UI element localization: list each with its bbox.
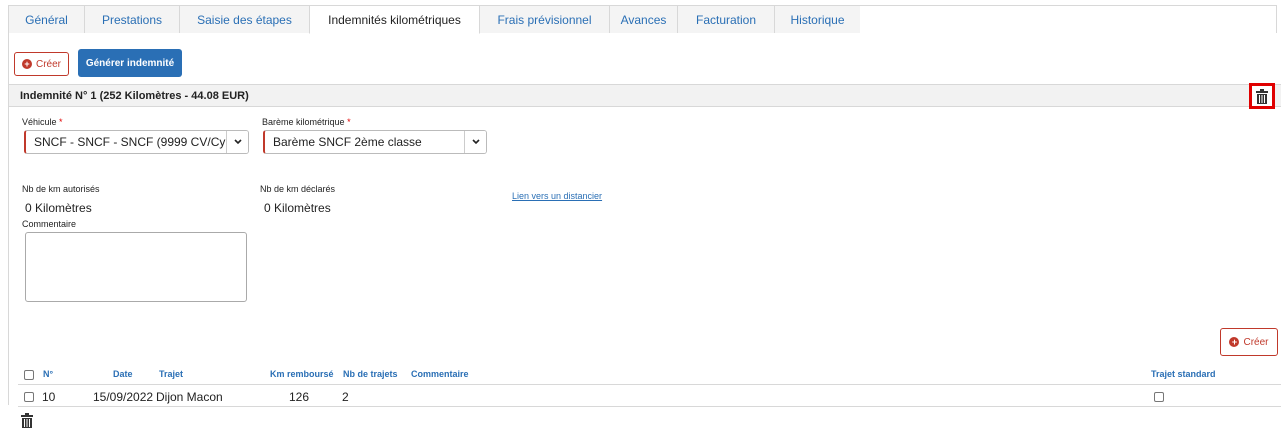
delete-indemnite-button[interactable] [1249, 83, 1275, 109]
trash-icon [1256, 88, 1268, 104]
tab-facturation[interactable]: Facturation [677, 5, 775, 33]
bareme-select-value: Barème SNCF 2ème classe [273, 135, 422, 149]
col-header-trajet-standard[interactable]: Trajet standard [1151, 369, 1216, 379]
trajet-standard-checkbox[interactable] [1154, 392, 1164, 402]
trash-icon [21, 413, 33, 428]
commentaire-textarea[interactable] [25, 232, 247, 302]
row-select-checkbox[interactable] [24, 392, 34, 402]
tab-indemnites-kilometriques[interactable]: Indemnités kilométriques [309, 5, 480, 34]
create-indemnite-button[interactable]: + Créer [14, 52, 69, 76]
vehicule-label: Véhicule * [22, 117, 63, 127]
col-header-km[interactable]: Km remboursé [270, 369, 334, 379]
cell-trajet: Dijon Macon [156, 390, 223, 404]
cell-date: 15/09/2022 [93, 390, 154, 404]
generate-indemnite-button[interactable]: Générer indemnité [78, 49, 182, 77]
vehicule-select[interactable]: SNCF - SNCF - SNCF (9999 CV/Cylind [24, 130, 249, 154]
delete-selected-trajets-button[interactable] [21, 413, 35, 429]
tab-prestations[interactable]: Prestations [84, 5, 180, 33]
col-header-nb-trajets[interactable]: Nb de trajets [343, 369, 398, 379]
km-declares-value: 0 Kilomètres [264, 201, 331, 215]
chevron-down-icon [464, 131, 486, 153]
col-header-trajet[interactable]: Trajet [159, 369, 183, 379]
bareme-select[interactable]: Barème SNCF 2ème classe [263, 130, 487, 154]
km-declares-label: Nb de km déclarés [260, 184, 336, 194]
tab-bar-filler [860, 5, 1277, 33]
tab-avances[interactable]: Avances [609, 5, 678, 33]
col-header-num[interactable]: N° [43, 369, 53, 379]
col-header-date[interactable]: Date [113, 369, 133, 379]
tab-saisie-etapes[interactable]: Saisie des étapes [179, 5, 310, 33]
chevron-down-icon [226, 131, 248, 153]
create-trajet-label: Créer [1243, 336, 1269, 348]
plus-circle-icon: + [1229, 337, 1240, 347]
create-trajet-button[interactable]: + Créer [1220, 328, 1278, 356]
tab-general[interactable]: Général [8, 5, 85, 33]
distancier-link[interactable]: Lien vers un distancier [512, 191, 602, 201]
tab-historique[interactable]: Historique [774, 5, 861, 33]
plus-circle-icon: + [21, 59, 32, 69]
cell-num: 10 [42, 390, 56, 404]
km-autorises-value: 0 Kilomètres [25, 201, 92, 215]
vehicule-select-value: SNCF - SNCF - SNCF (9999 CV/Cylind [34, 135, 245, 149]
tab-bar: Général Prestations Saisie des étapes In… [8, 5, 1277, 34]
km-autorises-label: Nb de km autorisés [22, 184, 100, 194]
cell-km: 126 [289, 390, 310, 404]
bareme-label: Barème kilométrique * [262, 117, 351, 127]
cell-nb-trajets: 2 [342, 390, 349, 404]
create-button-label: Créer [35, 58, 61, 70]
col-header-commentaire[interactable]: Commentaire [411, 369, 469, 379]
indemnite-header: Indemnité N° 1 (252 Kilomètres - 44.08 E… [9, 83, 1281, 109]
select-all-checkbox[interactable] [24, 370, 34, 380]
commentaire-label: Commentaire [22, 219, 77, 229]
tab-frais-previsionnel[interactable]: Frais prévisionnel [479, 5, 610, 33]
indemnite-title: Indemnité N° 1 (252 Kilomètres - 44.08 E… [20, 90, 249, 102]
